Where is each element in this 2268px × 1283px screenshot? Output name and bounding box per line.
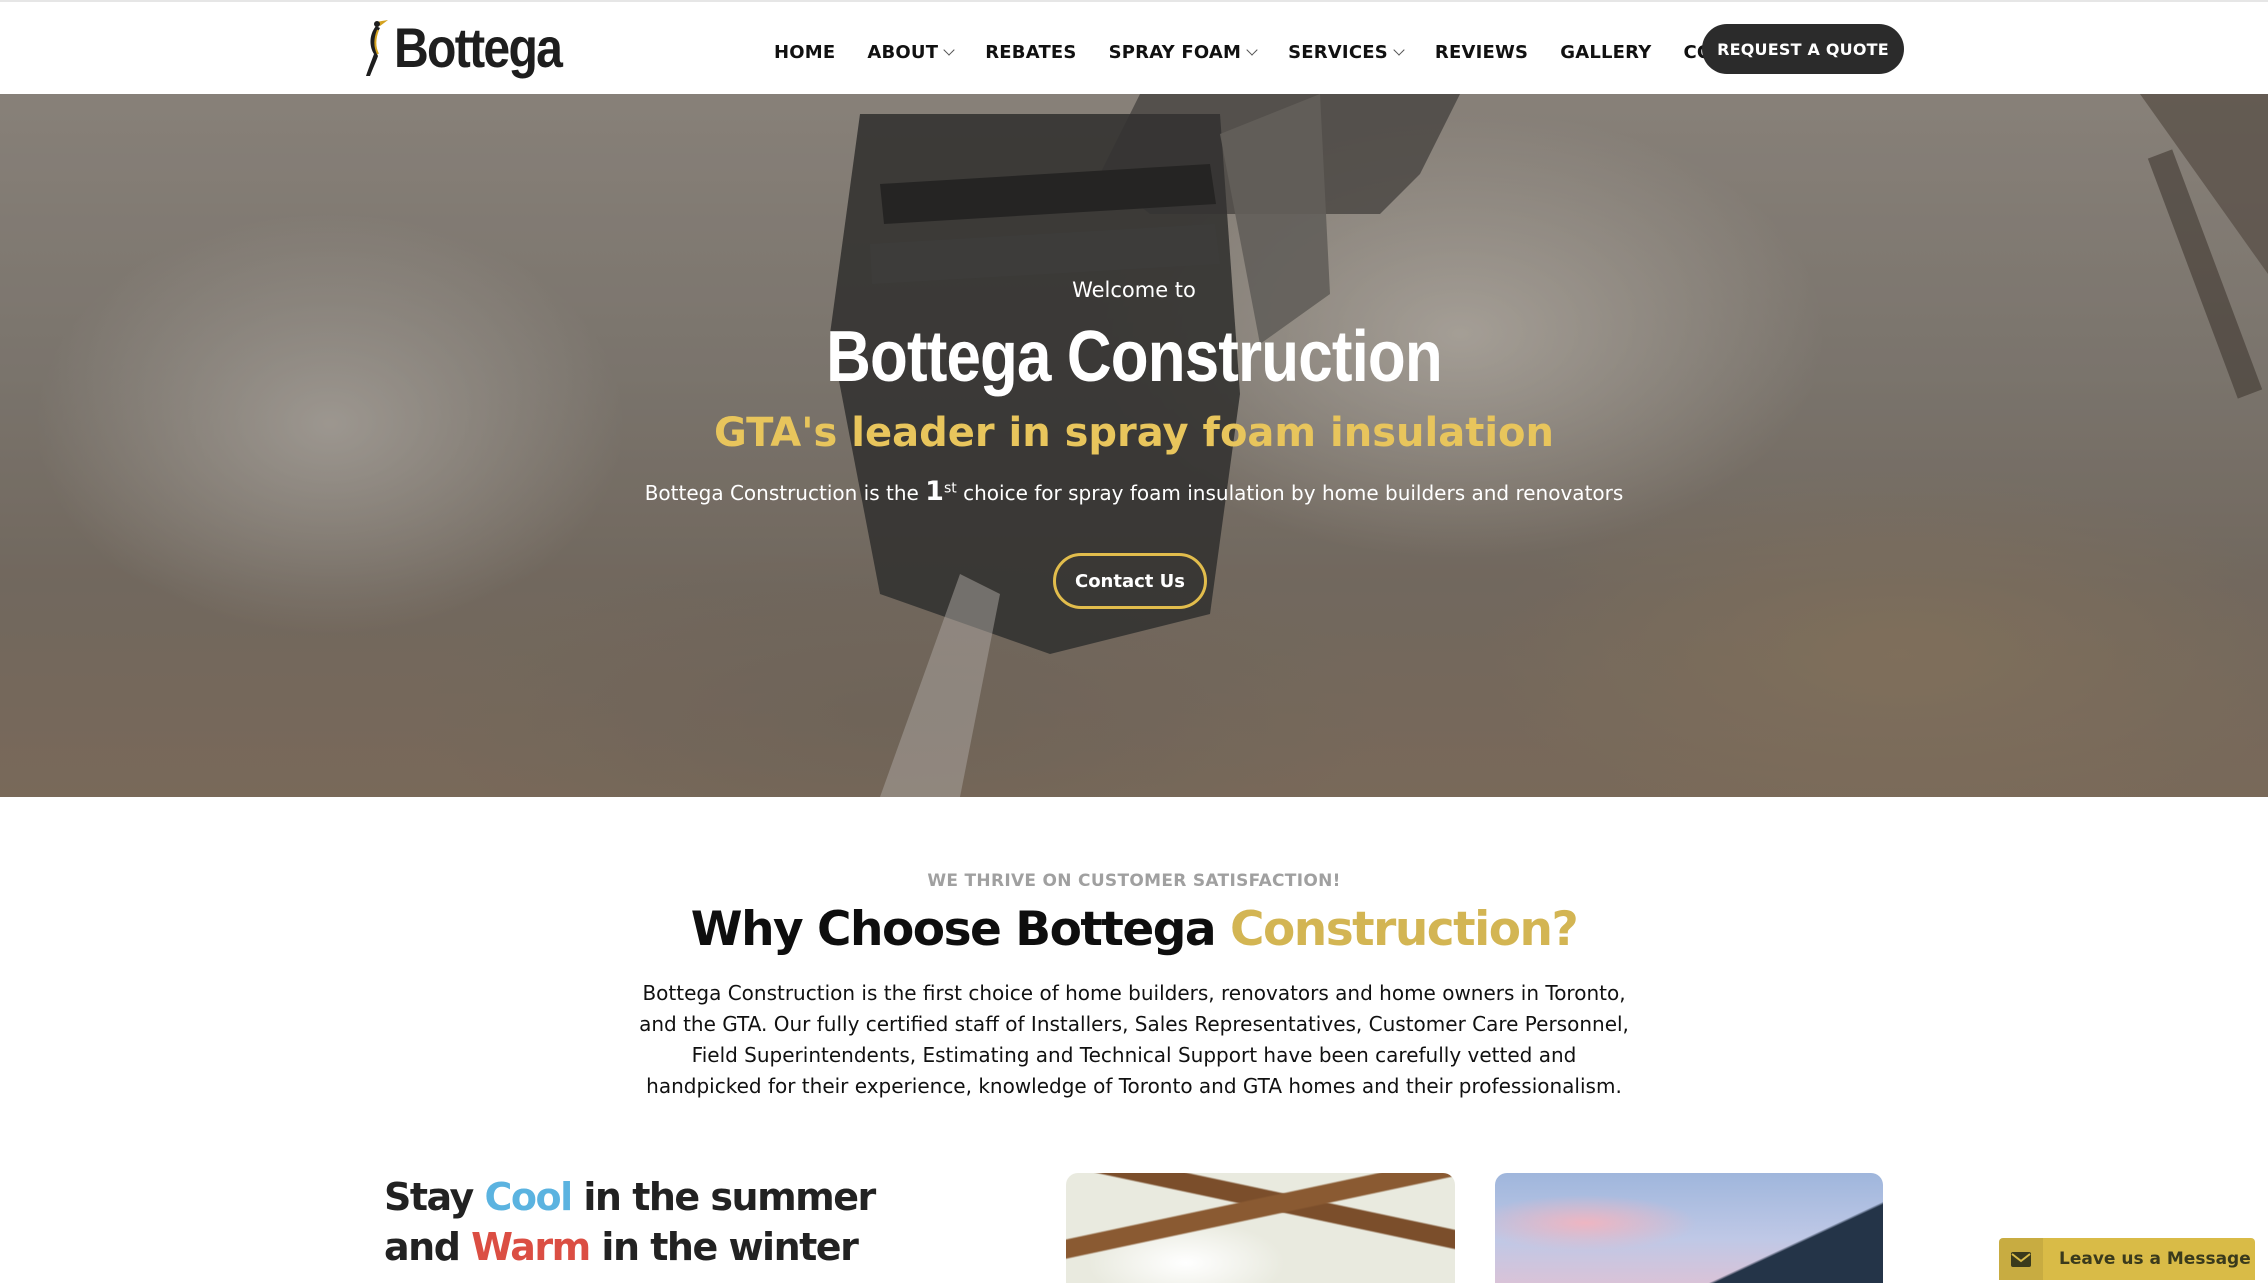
hero-content: Welcome to Bottega Construction GTA's le… <box>0 94 2268 797</box>
heron-bird-icon <box>366 20 388 76</box>
nav-gallery[interactable]: GALLERY <box>1560 42 1651 63</box>
feature-line2-a: and <box>384 1225 472 1269</box>
envelope-icon <box>1999 1238 2043 1280</box>
hero-title-text: Bottega Construction <box>826 317 1443 397</box>
site-header: Bottega HOME ABOUT REBATES SPRAY FOAM SE… <box>0 0 2268 94</box>
nav-reviews[interactable]: REVIEWS <box>1435 42 1528 63</box>
chevron-down-icon <box>1246 43 1258 56</box>
nav-about[interactable]: ABOUT <box>867 41 955 63</box>
why-title: Why Choose Bottega Construction? <box>0 902 2268 957</box>
why-kicker: WE THRIVE ON CUSTOMER SATISFACTION! <box>927 871 1341 891</box>
chevron-down-icon <box>1393 43 1405 56</box>
main-nav: HOME ABOUT REBATES SPRAY FOAM SERVICES R… <box>774 34 1811 70</box>
hero-welcome-text: Welcome to <box>1072 278 1196 302</box>
attic-insulation-image[interactable] <box>1066 1173 1455 1283</box>
why-body-text: Bottega Construction is the first choice… <box>639 981 1629 1098</box>
site-logo[interactable]: Bottega <box>362 16 588 80</box>
hero-title: Bottega Construction <box>0 316 2268 398</box>
feature-cool-word: Cool <box>484 1175 574 1219</box>
nav-rebates-label: REBATES <box>985 41 1077 63</box>
request-quote-button[interactable]: REQUEST A QUOTE <box>1702 24 1904 74</box>
feature-line1-b: in the summer <box>571 1175 876 1219</box>
feature-line1-a: Stay <box>384 1175 485 1219</box>
feature-warm-word: Warm <box>471 1225 591 1269</box>
hero-subtitle-before: Bottega Construction is the <box>644 481 926 505</box>
nav-gallery-label: GALLERY <box>1560 41 1652 63</box>
contact-us-button[interactable]: Contact Us <box>1053 553 1207 609</box>
logo-text: Bottega <box>394 16 563 79</box>
nav-home[interactable]: HOME <box>774 42 835 63</box>
nav-spray-foam[interactable]: SPRAY FOAM <box>1108 41 1258 63</box>
leave-message-widget[interactable]: Leave us a Message <box>1999 1238 2255 1280</box>
hero-subtitle-number: 1 <box>925 476 944 507</box>
hero-subtitle-sup: st <box>943 480 957 497</box>
feature-line2-b: in the winter <box>589 1225 858 1269</box>
hero-subtitle: Bottega Construction is the 1st choice f… <box>0 476 2268 507</box>
hero-subtitle-after: choice for spray foam insulation by home… <box>956 481 1624 505</box>
feature-heading-line2: and Warm in the winter <box>384 1222 875 1272</box>
hero-tagline: GTA's leader in spray foam insulation <box>714 410 1554 456</box>
nav-services[interactable]: SERVICES <box>1288 41 1405 63</box>
nav-reviews-label: REVIEWS <box>1434 41 1529 63</box>
feature-heading-line1: Stay Cool in the summer <box>384 1172 876 1222</box>
nav-services-label: SERVICES <box>1288 41 1388 63</box>
nav-about-label: ABOUT <box>867 41 939 63</box>
why-title-main: Why Choose Bottega <box>690 902 1230 957</box>
leave-message-label: Leave us a Message <box>2059 1249 2251 1269</box>
nav-spray-foam-label: SPRAY FOAM <box>1108 41 1242 63</box>
why-title-accent: Construction? <box>1229 902 1579 957</box>
hero-banner: Welcome to Bottega Construction GTA's le… <box>0 94 2268 797</box>
chevron-down-icon <box>943 43 955 56</box>
nav-home-label: HOME <box>774 41 836 63</box>
house-exterior-image[interactable] <box>1495 1173 1883 1283</box>
nav-rebates[interactable]: REBATES <box>985 42 1076 63</box>
feature-heading: Stay Cool in the summer and Warm in the … <box>384 1172 876 1272</box>
